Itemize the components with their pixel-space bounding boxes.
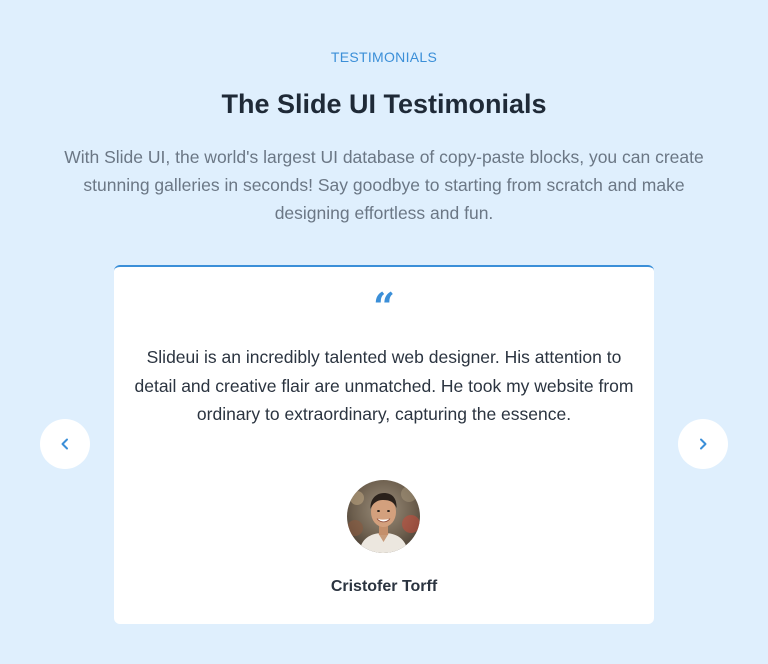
section-eyebrow: TESTIMONIALS	[330, 49, 438, 65]
testimonial-text: Slideui is an incredibly talented web de…	[134, 347, 634, 424]
avatar-image	[347, 480, 420, 553]
prev-button[interactable]	[40, 419, 90, 469]
section-subtitle: With Slide UI, the world's largest UI da…	[64, 147, 704, 223]
section-title: The Slide UI Testimonials	[221, 89, 547, 119]
next-button[interactable]	[678, 419, 728, 469]
chevron-right-icon	[700, 438, 707, 450]
chevron-left-icon	[61, 438, 68, 450]
avatar	[347, 480, 420, 553]
author-name: Cristofer Torff	[330, 578, 438, 595]
quote-icon: “	[373, 284, 395, 329]
